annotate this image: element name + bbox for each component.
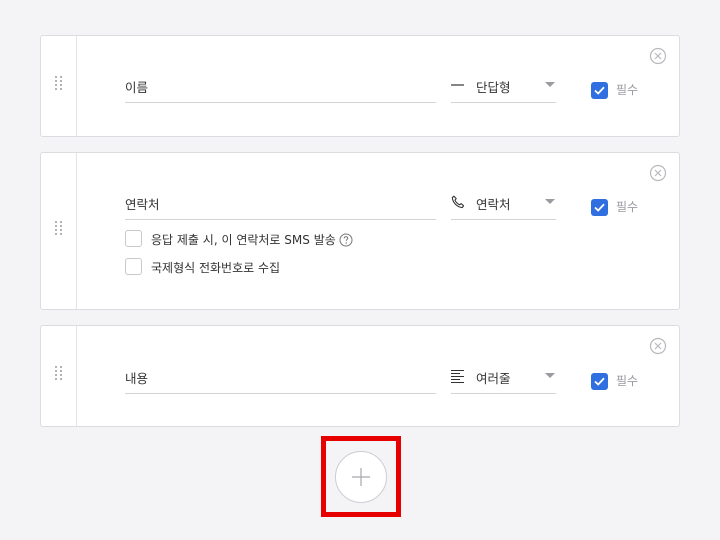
drag-column [41,326,77,426]
remove-field-icon[interactable] [649,337,667,355]
field-type-select[interactable]: 여러줄 [451,359,556,394]
phone-icon [451,195,465,209]
form-field-card-name: 단답형 필수 [40,35,680,137]
chevron-down-icon [545,82,555,87]
chevron-down-icon [545,373,555,378]
sms-option-label: 응답 제출 시, 이 연락처로 SMS 발송 [151,233,336,247]
highlight-frame [321,436,401,517]
field-type-select[interactable]: 연락처 [451,185,556,220]
required-label: 필수 [616,374,639,388]
required-label: 필수 [616,200,639,214]
multi-line-text-icon [451,370,464,383]
field-type-select[interactable]: 단답형 [451,68,556,103]
remove-field-icon[interactable] [649,47,667,65]
field-name-input[interactable] [125,68,436,103]
remove-field-icon[interactable] [649,164,667,182]
drag-handle-icon[interactable] [54,220,63,238]
field-name-input[interactable] [125,185,436,220]
help-icon[interactable] [339,233,353,247]
add-field-button[interactable] [335,451,387,503]
international-format-label: 국제형식 전화번호로 수집 [151,261,281,275]
required-checkbox[interactable] [591,82,608,99]
plus-icon [352,468,370,486]
sms-option-checkbox[interactable] [125,230,142,247]
field-name-input[interactable] [125,359,436,394]
drag-handle-icon[interactable] [54,75,63,93]
chevron-down-icon [545,199,555,204]
international-format-checkbox[interactable] [125,258,142,275]
form-field-card-content: 여러줄 필수 [40,325,680,427]
drag-column [41,153,77,309]
short-answer-dash-icon [451,84,464,86]
required-checkbox[interactable] [591,373,608,390]
field-type-label: 단답형 [476,80,511,95]
required-label: 필수 [616,83,639,97]
required-checkbox[interactable] [591,199,608,216]
form-field-card-contact: 연락처 필수 응답 제출 시, 이 연락처로 SMS 발송 국제형식 전화번호로… [40,152,680,310]
field-type-label: 여러줄 [476,371,511,386]
sms-option-text: 응답 제출 시, 이 연락처로 SMS 발송 [151,231,353,248]
field-type-label: 연락처 [476,197,511,212]
drag-column [41,36,77,136]
drag-handle-icon[interactable] [54,365,63,383]
